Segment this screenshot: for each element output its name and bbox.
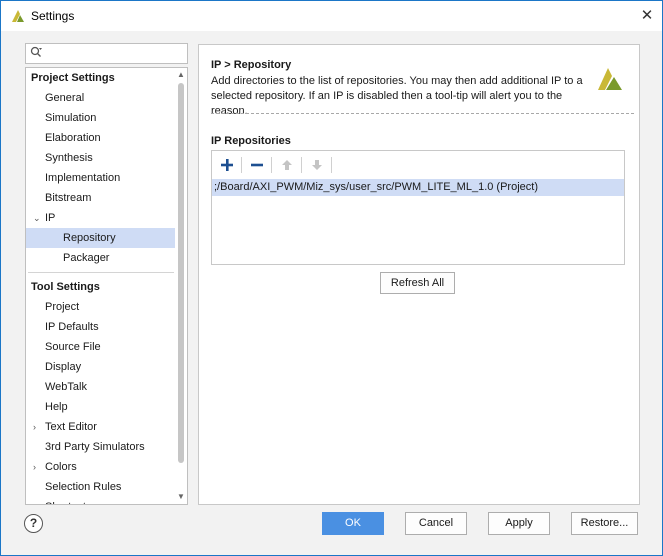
tree-divider	[28, 272, 174, 273]
repository-toolbar	[212, 151, 624, 178]
vivado-logo-icon	[598, 68, 622, 90]
settings-tree-list: Project Settings General Simulation Elab…	[26, 68, 176, 504]
expand-chevron-icon[interactable]: ⌄	[33, 208, 45, 228]
apply-button[interactable]: Apply	[488, 512, 550, 535]
tree-item-simulation[interactable]: Simulation	[26, 108, 176, 128]
tree-item-ip-defaults[interactable]: IP Defaults	[26, 317, 176, 337]
toolbar-separator	[241, 156, 242, 173]
tree-item-packager[interactable]: Packager	[26, 248, 176, 268]
tree-item-selection-rules[interactable]: Selection Rules	[26, 477, 176, 497]
tree-item-general[interactable]: General	[26, 88, 176, 108]
cancel-button[interactable]: Cancel	[405, 512, 467, 535]
help-icon[interactable]: ?	[24, 514, 43, 533]
tree-item-ip[interactable]: ⌄ IP	[26, 208, 176, 228]
toolbar-separator	[271, 156, 272, 173]
tree-item-3rd-party-simulators[interactable]: 3rd Party Simulators	[26, 437, 176, 457]
tree-item-implementation[interactable]: Implementation	[26, 168, 176, 188]
plus-icon	[221, 158, 233, 171]
group-header-project-settings: Project Settings	[31, 72, 115, 84]
tree-item-project[interactable]: Project	[26, 297, 176, 317]
section-divider	[211, 113, 634, 114]
window-title: Settings	[31, 9, 75, 23]
tree-item-synthesis[interactable]: Synthesis	[26, 148, 176, 168]
tree-item-label: Text Editor	[45, 421, 97, 433]
title-bar: Settings ✕	[1, 1, 662, 31]
toolbar-separator	[301, 156, 302, 173]
refresh-all-button[interactable]: Refresh All	[380, 272, 455, 294]
tree-item-help[interactable]: Help	[26, 397, 176, 417]
tree-item-label: IP	[45, 212, 56, 224]
content-panel: IP > Repository Add directories to the l…	[198, 44, 640, 505]
tree-item-bitstream[interactable]: Bitstream	[26, 188, 176, 208]
add-repository-button[interactable]	[216, 154, 238, 176]
tree-item-text-editor[interactable]: › Text Editor	[26, 417, 176, 437]
tree-item-colors[interactable]: › Colors	[26, 457, 176, 477]
repository-row[interactable]: ;/Board/AXI_PWM/Miz_sys/user_src/PWM_LIT…	[212, 179, 624, 196]
tree-item-repository[interactable]: Repository	[26, 228, 176, 248]
group-header-tool-settings: Tool Settings	[31, 281, 100, 293]
restore-button[interactable]: Restore...	[571, 512, 638, 535]
scroll-up-arrow-icon[interactable]: ▲	[175, 69, 187, 81]
minus-icon	[251, 163, 263, 166]
close-icon[interactable]: ✕	[638, 7, 656, 25]
search-input[interactable]	[42, 44, 172, 63]
arrow-down-icon	[312, 159, 322, 170]
tree-item-elaboration[interactable]: Elaboration	[26, 128, 176, 148]
tree-item-label: Colors	[45, 461, 77, 473]
expand-chevron-icon[interactable]: ›	[33, 457, 45, 477]
tree-item-shortcuts[interactable]: Shortcuts	[26, 497, 176, 504]
section-title: IP Repositories	[211, 135, 291, 147]
repository-list: ;/Board/AXI_PWM/Miz_sys/user_src/PWM_LIT…	[212, 179, 624, 264]
repository-panel: ;/Board/AXI_PWM/Miz_sys/user_src/PWM_LIT…	[211, 150, 625, 265]
tree-item-webtalk[interactable]: WebTalk	[26, 377, 176, 397]
move-down-button[interactable]	[306, 154, 328, 176]
toolbar-separator	[331, 156, 332, 173]
settings-tree: Project Settings General Simulation Elab…	[25, 67, 188, 505]
move-up-button[interactable]	[276, 154, 298, 176]
tree-scrollbar[interactable]: ▲ ▼	[175, 68, 187, 504]
tree-item-source-file[interactable]: Source File	[26, 337, 176, 357]
tree-item-display[interactable]: Display	[26, 357, 176, 377]
settings-window: Settings ✕ Project Settings General Simu…	[0, 0, 663, 556]
scroll-down-arrow-icon[interactable]: ▼	[175, 491, 187, 503]
page-breadcrumb: IP > Repository	[211, 59, 292, 71]
arrow-up-icon	[282, 159, 292, 170]
scrollbar-thumb[interactable]	[178, 83, 184, 463]
remove-repository-button[interactable]	[246, 154, 268, 176]
vivado-logo-icon	[12, 10, 24, 22]
expand-chevron-icon[interactable]: ›	[33, 417, 45, 437]
search-box[interactable]	[25, 43, 188, 64]
ok-button[interactable]: OK	[322, 512, 384, 535]
search-icon	[30, 46, 42, 61]
